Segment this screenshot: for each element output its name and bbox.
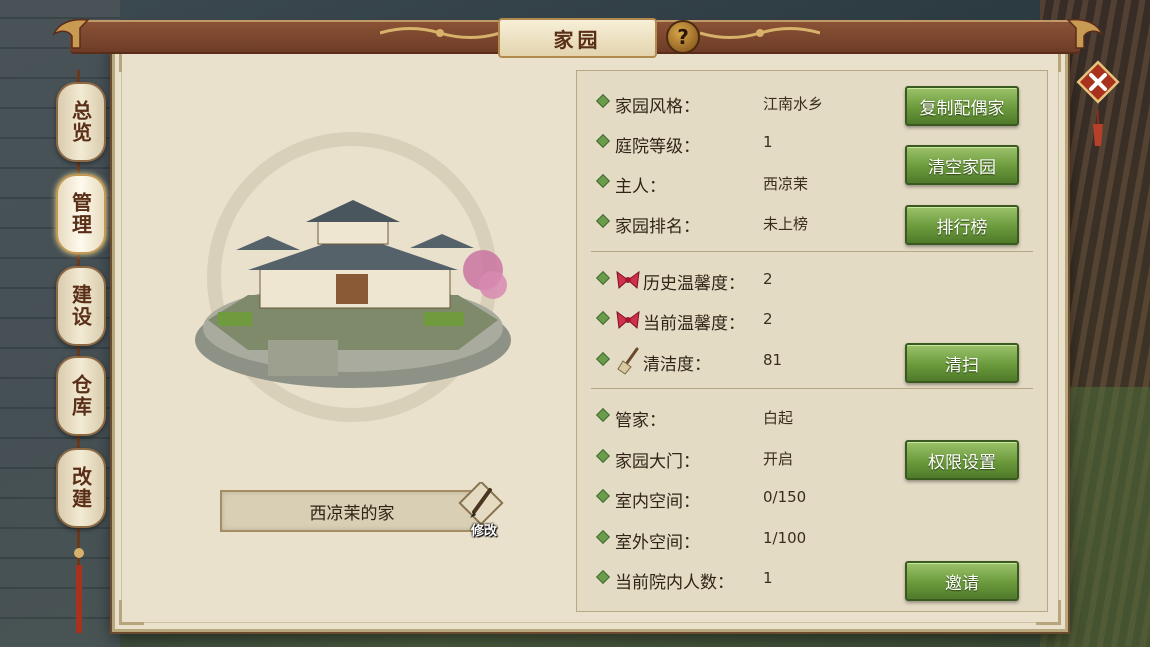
bullet-diamond-icon <box>597 531 609 543</box>
info-row-style: 家园风格： 江南水乡 复制配偶家 <box>577 83 1047 126</box>
tab-overview[interactable]: 总览 <box>56 82 106 162</box>
leaderboard-button[interactable]: 排行榜 <box>905 205 1019 245</box>
tab-rebuild[interactable]: 改建 <box>56 448 106 528</box>
rank-value: 未上榜 <box>763 215 809 233</box>
bullet-diamond-icon <box>597 215 609 227</box>
info-row-outdoor-space: 室外空间： 1/100 <box>577 519 1047 559</box>
bullet-diamond-icon <box>597 175 609 187</box>
sidebar-tassel-icon <box>74 548 84 633</box>
title-ornament-left-icon <box>380 27 500 39</box>
info-row-current-warmth: 当前温馨度： 2 <box>577 300 1047 340</box>
outdoor-space-value: 1/100 <box>763 529 807 547</box>
history-warmth-value: 2 <box>763 270 773 288</box>
side-tab-bar: 总览 管理 建设 仓库 改建 <box>54 70 106 640</box>
bullet-diamond-icon <box>597 571 609 583</box>
current-warmth-value: 2 <box>763 310 773 328</box>
bullet-diamond-icon <box>597 353 609 365</box>
sweep-button[interactable]: 清扫 <box>905 343 1019 383</box>
title-plaque: 家园 <box>498 18 657 58</box>
edit-label: 修改 <box>470 524 497 539</box>
steward-value: 白起 <box>763 409 794 427</box>
home-info-panel: 家园风格： 江南水乡 复制配偶家 庭院等级： 1 清空家园 主人： 西凉茉 家园… <box>576 70 1048 612</box>
bullet-diamond-icon <box>597 490 609 502</box>
tab-build[interactable]: 建设 <box>56 266 106 346</box>
home-name-field: 西凉茉的家 <box>220 490 484 532</box>
info-row-rank: 家园排名： 未上榜 排行榜 <box>577 203 1047 245</box>
owner-value: 西凉茉 <box>763 175 809 193</box>
cloud-bracket-right-icon <box>1066 18 1104 49</box>
bullet-diamond-icon <box>597 95 609 107</box>
ribbon-bow-icon <box>616 310 640 330</box>
info-row-cleanliness: 清洁度： 81 清扫 <box>577 341 1047 383</box>
broom-icon <box>617 347 639 375</box>
info-row-owner: 主人： 西凉茉 <box>577 163 1047 203</box>
close-icon[interactable] <box>1076 60 1120 104</box>
invite-button[interactable]: 邀请 <box>905 561 1019 601</box>
bullet-diamond-icon <box>597 312 609 324</box>
estate-model-image <box>195 200 511 388</box>
copy-spouse-home-button[interactable]: 复制配偶家 <box>905 86 1019 126</box>
tassel-icon <box>1093 110 1103 146</box>
gate-value: 开启 <box>763 450 794 468</box>
courtyard-level-value: 1 <box>763 133 773 151</box>
edit-name-button[interactable]: 修改 <box>456 480 512 542</box>
style-value: 江南水乡 <box>763 95 824 113</box>
info-row-history-warmth: 历史温馨度： 2 <box>577 260 1047 300</box>
bullet-diamond-icon <box>597 450 609 462</box>
bullet-diamond-icon <box>597 272 609 284</box>
info-row-gate: 家园大门： 开启 权限设置 <box>577 438 1047 480</box>
home-name: 西凉茉的家 <box>309 503 395 524</box>
divider <box>591 251 1033 252</box>
info-row-indoor-space: 室内空间： 0/150 <box>577 478 1047 518</box>
cloud-bracket-left-icon <box>52 18 90 49</box>
permission-settings-button[interactable]: 权限设置 <box>905 440 1019 480</box>
title-ornament-right-icon <box>700 27 820 39</box>
visitors-value: 1 <box>763 569 773 587</box>
divider <box>591 388 1033 389</box>
brush-edit-icon <box>458 480 504 526</box>
help-button[interactable]: ? <box>666 20 700 54</box>
bullet-diamond-icon <box>597 135 609 147</box>
bullet-diamond-icon <box>597 409 609 421</box>
page-title: 家园 <box>553 27 602 52</box>
cleanliness-value: 81 <box>763 351 783 369</box>
info-row-visitors: 当前院内人数： 1 邀请 <box>577 559 1047 601</box>
tab-manage[interactable]: 管理 <box>56 174 106 254</box>
indoor-space-value: 0/150 <box>763 488 807 506</box>
ribbon-bow-icon <box>616 270 640 290</box>
info-row-steward: 管家： 白起 <box>577 397 1047 437</box>
tab-warehouse[interactable]: 仓库 <box>56 356 106 436</box>
